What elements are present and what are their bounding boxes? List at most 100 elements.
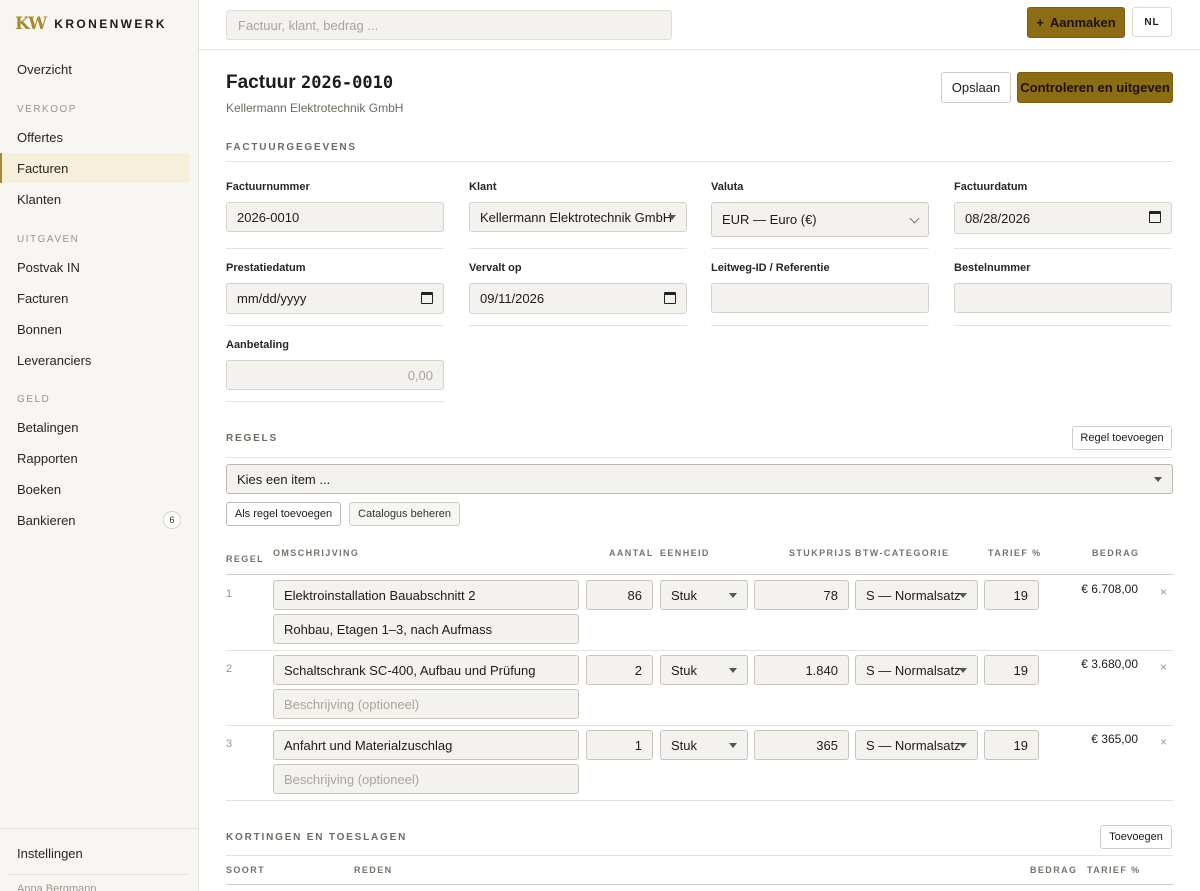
item-picker-select[interactable]: Kies een item ...: [226, 464, 1173, 494]
line-quantity-input[interactable]: 2: [586, 655, 653, 685]
line-quantity-input[interactable]: 86: [586, 580, 653, 610]
line-unit-select[interactable]: Stuk: [660, 655, 748, 685]
page-title-prefix: Factuur: [226, 72, 296, 93]
service-date-input[interactable]: mm/dd/yyyy: [226, 283, 444, 314]
line-rate-input[interactable]: 19: [984, 730, 1039, 760]
invoice-date-input[interactable]: 08/28/2026: [954, 202, 1172, 234]
field-underline: [711, 248, 929, 249]
chevron-down-icon: [909, 213, 920, 224]
service-date-label: Prestatiedatum: [226, 262, 306, 274]
field-underline: [226, 325, 444, 326]
due-date-input[interactable]: 09/11/2026: [469, 283, 687, 314]
line-description-input[interactable]: Rohbau, Etagen 1–3, nach Aufmass: [273, 614, 579, 644]
table-header-divider: [226, 574, 1173, 575]
row-divider: [226, 725, 1173, 726]
line-price-input[interactable]: 78: [754, 580, 849, 610]
line-title-input[interactable]: Schaltschrank SC-400, Aufbau und Prüfung: [273, 655, 579, 685]
user-name[interactable]: Anna Bergmann: [17, 883, 97, 891]
line-rate-input[interactable]: 19: [984, 580, 1039, 610]
invoice-number-input[interactable]: 2026-0010: [226, 202, 444, 232]
line-title-input[interactable]: Elektroinstallation Bauabschnitt 2: [273, 580, 579, 610]
brand-name: KRONENWERK: [54, 17, 167, 31]
field-underline: [469, 325, 687, 326]
line-vat-select[interactable]: S — Normalsatz: [855, 580, 978, 610]
currency-select[interactable]: EUR — Euro (€): [711, 202, 929, 237]
calendar-icon[interactable]: [421, 292, 433, 304]
language-button[interactable]: NL: [1132, 7, 1172, 37]
col-header-unit: EENHEID: [660, 548, 710, 558]
sidebar-divider-user: [8, 874, 188, 875]
brand-logo[interactable]: KW KRONENWERK: [15, 14, 167, 34]
customer-select[interactable]: Kellermann Elektrotechnik GmbH: [469, 202, 687, 232]
invoice-number-label: Factuurnummer: [226, 181, 310, 193]
sidebar-item-postvak-in[interactable]: Postvak IN: [0, 252, 190, 282]
line-price-input[interactable]: 1.840: [754, 655, 849, 685]
brand-mark: KW: [15, 14, 47, 34]
sidebar-item-rapporten[interactable]: Rapporten: [0, 443, 190, 473]
col-header-amount: BEDRAG: [1092, 548, 1140, 558]
sidebar-item-bonnen[interactable]: Bonnen: [0, 314, 190, 344]
invoice-date-label: Factuurdatum: [954, 181, 1028, 193]
sidebar-item-betalingen[interactable]: Betalingen: [0, 412, 190, 442]
review-and-issue-button[interactable]: Controleren en uitgeven: [1017, 72, 1173, 103]
col-header-description: OMSCHRIJVING: [273, 548, 360, 558]
sidebar-item-klanten[interactable]: Klanten: [0, 184, 190, 214]
create-button[interactable]: + Aanmaken: [1027, 7, 1125, 38]
line-description-input[interactable]: Beschrijving (optioneel): [273, 764, 579, 794]
delete-line-icon[interactable]: ×: [1160, 735, 1167, 749]
delete-line-icon[interactable]: ×: [1160, 660, 1167, 674]
sidebar-item-facturen-verkoop[interactable]: Facturen: [0, 153, 190, 183]
caret-down-icon: [959, 668, 967, 673]
line-description-input[interactable]: Beschrijving (optioneel): [273, 689, 579, 719]
leitweg-input[interactable]: [711, 283, 929, 313]
line-unit-select[interactable]: Stuk: [660, 580, 748, 610]
line-quantity-input[interactable]: 1: [586, 730, 653, 760]
main-content: Factuur 2026-0010 Kellermann Elektrotech…: [199, 50, 1200, 891]
sidebar-item-facturen-uitgaven[interactable]: Facturen: [0, 283, 190, 313]
add-discount-button[interactable]: Toevoegen: [1100, 825, 1172, 849]
calendar-icon[interactable]: [1149, 211, 1161, 223]
col-header-unit-price: STUKPRIJS: [789, 548, 853, 558]
calendar-icon[interactable]: [664, 292, 676, 304]
page-subtitle-customer: Kellermann Elektrotechnik GmbH: [226, 101, 404, 115]
line-vat-select[interactable]: S — Normalsatz: [855, 655, 978, 685]
line-vat-select[interactable]: S — Normalsatz: [855, 730, 978, 760]
line-vat-value: S — Normalsatz: [866, 587, 961, 603]
line-unit-value: Stuk: [671, 662, 698, 678]
order-number-label: Bestelnummer: [954, 262, 1031, 274]
delete-line-icon[interactable]: ×: [1160, 585, 1167, 599]
search-input[interactable]: [226, 10, 672, 40]
field-underline: [711, 325, 929, 326]
manage-catalog-button[interactable]: Catalogus beheren: [349, 502, 460, 526]
order-number-input[interactable]: [954, 283, 1172, 313]
topbar: + Aanmaken NL: [199, 0, 1200, 50]
save-button[interactable]: Opslaan: [941, 72, 1011, 103]
line-amount: € 365,00: [1091, 732, 1138, 746]
sidebar-item-instellingen[interactable]: Instellingen: [0, 838, 190, 868]
section-divider: [226, 855, 1173, 856]
plus-icon: +: [1036, 15, 1044, 30]
item-picker-placeholder: Kies een item ...: [237, 471, 331, 487]
line-number: 1: [226, 588, 233, 600]
sidebar-item-overzicht[interactable]: Overzicht: [0, 54, 190, 84]
line-rate-input[interactable]: 19: [984, 655, 1039, 685]
col-header-line: REGEL: [226, 554, 265, 564]
field-underline: [954, 325, 1172, 326]
sidebar-item-boeken[interactable]: Boeken: [0, 474, 190, 504]
line-price-input[interactable]: 365: [754, 730, 849, 760]
line-title-input[interactable]: Anfahrt und Materialzuschlag: [273, 730, 579, 760]
col-header-type: SOORT: [226, 865, 266, 875]
sidebar-item-bankieren[interactable]: Bankieren 6: [0, 505, 190, 535]
line-vat-value: S — Normalsatz: [866, 737, 961, 753]
customer-label: Klant: [469, 181, 497, 193]
sidebar-item-offertes[interactable]: Offertes: [0, 122, 190, 152]
row-divider: [226, 800, 1173, 801]
section-divider: [226, 457, 1173, 458]
down-payment-input[interactable]: 0,00: [226, 360, 444, 390]
service-date-value: mm/dd/yyyy: [237, 291, 307, 306]
line-unit-select[interactable]: Stuk: [660, 730, 748, 760]
sidebar-item-leveranciers[interactable]: Leveranciers: [0, 345, 190, 375]
add-as-line-button[interactable]: Als regel toevoegen: [226, 502, 341, 526]
line-amount: € 6.708,00: [1081, 582, 1138, 596]
add-line-button[interactable]: Regel toevoegen: [1072, 426, 1172, 450]
